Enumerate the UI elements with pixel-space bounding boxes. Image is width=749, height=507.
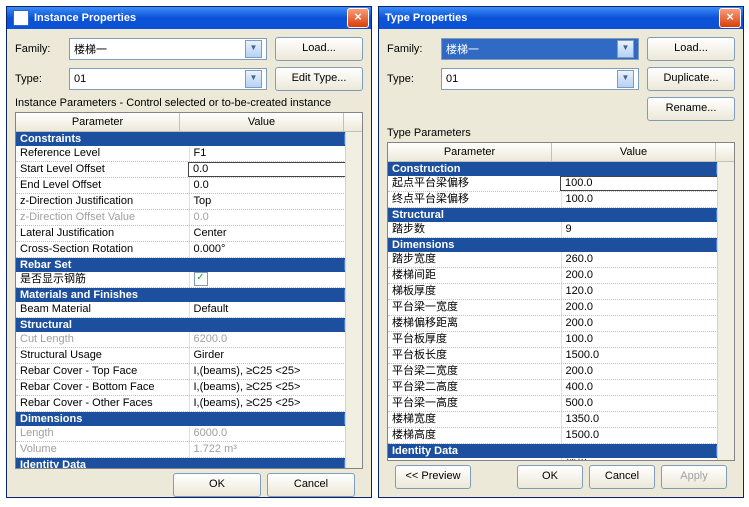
col-header-parameter[interactable]: Parameter: [16, 113, 180, 131]
scrollbar[interactable]: [345, 132, 362, 468]
table-row[interactable]: 平台梁二宽度200.0: [388, 364, 734, 380]
chevron-down-icon: ▼: [245, 40, 262, 58]
family-label: Family:: [15, 43, 69, 55]
table-row[interactable]: 踏步数9: [388, 222, 734, 238]
parameter-grid: Parameter Value Constraints⌃ Reference L…: [15, 112, 363, 469]
table-row[interactable]: Lateral JustificationCenter: [16, 226, 362, 242]
section-structural[interactable]: Structural⌃: [388, 208, 734, 222]
family-label: Family:: [387, 43, 441, 55]
type-select[interactable]: 01▼: [441, 68, 639, 90]
col-header-value[interactable]: Value: [552, 143, 716, 161]
cancel-button[interactable]: Cancel: [267, 473, 355, 497]
table-row[interactable]: Structural UsageGirder: [16, 348, 362, 364]
family-select[interactable]: 楼梯一▼: [441, 38, 639, 60]
load-button[interactable]: Load...: [275, 37, 363, 61]
table-row[interactable]: 平台板长度1500.0: [388, 348, 734, 364]
section-materials[interactable]: Materials and Finishes⌃: [16, 288, 362, 302]
close-icon[interactable]: ×: [347, 8, 369, 28]
titlebar[interactable]: Instance Properties ×: [7, 7, 371, 29]
app-icon: [13, 10, 29, 26]
type-select[interactable]: 01▼: [69, 68, 267, 90]
table-row[interactable]: Type Comments楼梯: [388, 458, 734, 460]
family-select[interactable]: 楼梯一▼: [69, 38, 267, 60]
table-row[interactable]: Rebar Cover - Bottom FaceI,(beams), ≥C25…: [16, 380, 362, 396]
table-row[interactable]: Reference LevelF1: [16, 146, 362, 162]
subheading: Instance Parameters - Control selected o…: [15, 97, 363, 109]
table-row[interactable]: 楼梯间距200.0: [388, 268, 734, 284]
parameter-grid: Parameter Value Construction⌃ 起点平台梁偏移100…: [387, 142, 735, 461]
table-row[interactable]: 起点平台梁偏移100.0: [388, 176, 734, 192]
table-row[interactable]: 踏步宽度260.0: [388, 252, 734, 268]
table-row[interactable]: z-Direction JustificationTop: [16, 194, 362, 210]
ok-button[interactable]: OK: [173, 473, 261, 497]
type-properties-dialog: Type Properties × Family: 楼梯一▼ Load... T…: [378, 6, 744, 498]
table-row[interactable]: 平台梁一高度500.0: [388, 396, 734, 412]
table-row[interactable]: 楼梯高度1500.0: [388, 428, 734, 444]
ok-button[interactable]: OK: [517, 465, 583, 489]
table-row[interactable]: 梯板厚度120.0: [388, 284, 734, 300]
table-row[interactable]: 平台梁二高度400.0: [388, 380, 734, 396]
table-row[interactable]: Rebar Cover - Top FaceI,(beams), ≥C25 <2…: [16, 364, 362, 380]
preview-button[interactable]: << Preview: [395, 465, 471, 489]
section-dimensions[interactable]: Dimensions⌃: [16, 412, 362, 426]
section-construction[interactable]: Construction⌃: [388, 162, 734, 176]
section-rebar-set[interactable]: Rebar Set⌃: [16, 258, 362, 272]
apply-button: Apply: [661, 465, 727, 489]
col-header-value[interactable]: Value: [180, 113, 344, 131]
instance-properties-dialog: Instance Properties × Family: 楼梯一▼ Load.…: [6, 6, 372, 498]
window-title: Instance Properties: [34, 12, 347, 24]
table-row[interactable]: 终点平台梁偏移100.0: [388, 192, 734, 208]
duplicate-button[interactable]: Duplicate...: [647, 67, 735, 91]
table-row: Cut Length6200.0: [16, 332, 362, 348]
table-row[interactable]: 平台板厚度100.0: [388, 332, 734, 348]
table-row[interactable]: 楼梯宽度1350.0: [388, 412, 734, 428]
section-identity[interactable]: Identity Data⌃: [388, 444, 734, 458]
table-row[interactable]: Beam MaterialDefault: [16, 302, 362, 318]
section-identity[interactable]: Identity Data⌃: [16, 458, 362, 468]
chevron-down-icon: ▼: [617, 40, 634, 58]
chevron-down-icon: ▼: [245, 70, 262, 88]
rename-button[interactable]: Rename...: [647, 97, 735, 121]
table-row[interactable]: 是否显示钢筋✓: [16, 272, 362, 288]
section-constraints[interactable]: Constraints⌃: [16, 132, 362, 146]
col-header-spacer: [344, 113, 362, 131]
table-row[interactable]: Rebar Cover - Other FacesI,(beams), ≥C25…: [16, 396, 362, 412]
table-row[interactable]: 平台梁一宽度200.0: [388, 300, 734, 316]
type-label: Type:: [15, 73, 69, 85]
titlebar[interactable]: Type Properties ×: [379, 7, 743, 29]
checkbox-icon[interactable]: ✓: [194, 272, 208, 286]
edit-type-button[interactable]: Edit Type...: [275, 67, 363, 91]
table-row: Volume1.722 m³: [16, 442, 362, 458]
col-header-spacer: [716, 143, 734, 161]
subheading: Type Parameters: [387, 127, 735, 139]
table-row[interactable]: Start Level Offset0.0: [16, 162, 362, 178]
window-title: Type Properties: [385, 12, 719, 24]
section-dimensions[interactable]: Dimensions⌃: [388, 238, 734, 252]
chevron-down-icon: ▼: [617, 70, 634, 88]
type-label: Type:: [387, 73, 441, 85]
cancel-button[interactable]: Cancel: [589, 465, 655, 489]
load-button[interactable]: Load...: [647, 37, 735, 61]
col-header-parameter[interactable]: Parameter: [388, 143, 552, 161]
section-structural[interactable]: Structural⌃: [16, 318, 362, 332]
scrollbar[interactable]: [717, 162, 734, 460]
table-row[interactable]: End Level Offset0.0: [16, 178, 362, 194]
table-row[interactable]: 楼梯偏移距离200.0: [388, 316, 734, 332]
close-icon[interactable]: ×: [719, 8, 741, 28]
table-row[interactable]: Cross-Section Rotation0.000°: [16, 242, 362, 258]
table-row: z-Direction Offset Value0.0: [16, 210, 362, 226]
table-row: Length6000.0: [16, 426, 362, 442]
